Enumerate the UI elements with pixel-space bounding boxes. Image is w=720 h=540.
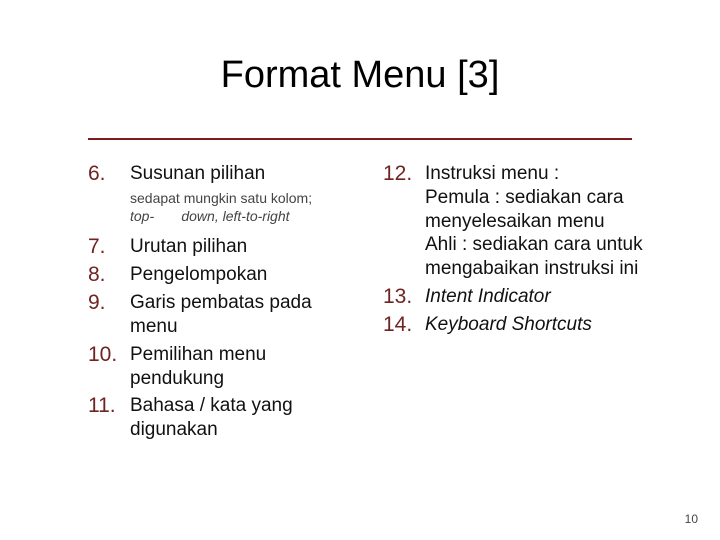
item-number: 10.: [88, 343, 130, 367]
item-number: 6.: [88, 162, 130, 186]
divider: [88, 138, 632, 140]
item-number: 12.: [383, 162, 425, 186]
list-item: 8. Pengelompokan: [88, 263, 353, 287]
right-column: 12. Instruksi menu : Pemula : sediakan c…: [383, 162, 648, 446]
item-number: 9.: [88, 291, 130, 315]
item-number: 11.: [88, 394, 130, 418]
item-number: 8.: [88, 263, 130, 287]
list-item: 6. Susunan pilihan: [88, 162, 353, 186]
item-number: 7.: [88, 235, 130, 259]
list-item: 10. Pemilihan menu pendukung: [88, 343, 353, 391]
list-item: 11. Bahasa / kata yang digunakan: [88, 394, 353, 442]
slide: Format Menu [3] 6. Susunan pilihan sedap…: [0, 0, 720, 540]
list-item: 7. Urutan pilihan: [88, 235, 353, 259]
item-text: Urutan pilihan: [130, 235, 247, 259]
list-item: 9. Garis pembatas pada menu: [88, 291, 353, 339]
list-item: 13. Intent Indicator: [383, 285, 648, 309]
page-title: Format Menu [3]: [0, 54, 720, 97]
item-subtext: sedapat mungkin satu kolom; top- down, l…: [130, 190, 330, 225]
list-item: 14. Keyboard Shortcuts: [383, 313, 648, 337]
item-number: 13.: [383, 285, 425, 309]
item-text: Keyboard Shortcuts: [425, 313, 592, 337]
item-text: Garis pembatas pada menu: [130, 291, 353, 339]
item-text: Instruksi menu : Pemula : sediakan cara …: [425, 162, 648, 281]
item-text: Bahasa / kata yang digunakan: [130, 394, 353, 442]
item-text: Pemilihan menu pendukung: [130, 343, 353, 391]
item-text: Susunan pilihan: [130, 162, 265, 186]
list-item: 12. Instruksi menu : Pemula : sediakan c…: [383, 162, 648, 281]
item-number: 14.: [383, 313, 425, 337]
content-columns: 6. Susunan pilihan sedapat mungkin satu …: [88, 162, 648, 446]
page-number: 10: [685, 512, 698, 526]
item-text: Pengelompokan: [130, 263, 267, 287]
item-text: Intent Indicator: [425, 285, 551, 309]
left-column: 6. Susunan pilihan sedapat mungkin satu …: [88, 162, 353, 446]
